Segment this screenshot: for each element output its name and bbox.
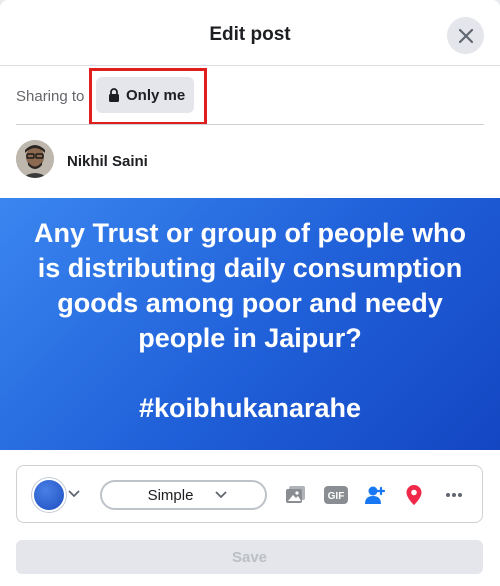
author-name: Nikhil Saini [67,153,148,170]
dialog-title: Edit post [209,24,291,45]
font-style-label: Simple [147,486,194,504]
chevron-down-icon[interactable] [68,490,80,498]
privacy-selector-button[interactable]: Only me [96,77,194,113]
font-style-select[interactable]: Simple [100,480,267,510]
lock-icon [109,88,119,102]
post-text[interactable]: Any Trust or group of people who is dist… [20,216,480,426]
more-icon[interactable] [443,484,465,506]
location-pin-icon[interactable] [403,484,425,506]
save-button[interactable]: Save [16,540,483,574]
sharing-label: Sharing to [16,88,85,105]
divider [16,124,484,125]
post-toolbar: Simple GIF [16,465,483,523]
photo-icon[interactable] [285,484,307,506]
gif-icon[interactable]: GIF [324,484,348,506]
dialog-header: Edit post [0,0,500,66]
close-button[interactable] [447,17,484,54]
svg-text:GIF: GIF [328,491,345,502]
background-color-swatch[interactable] [34,480,64,510]
post-background[interactable]: Any Trust or group of people who is dist… [0,198,500,450]
tag-people-icon[interactable] [364,484,386,506]
edit-post-dialog: Edit post Sharing to Only me Nikhil Sain… [0,0,500,586]
chevron-down-icon [215,491,228,499]
avatar [16,140,54,178]
sharing-row: Sharing to Only me [0,67,500,125]
privacy-label: Only me [126,86,186,104]
close-icon [458,28,473,43]
